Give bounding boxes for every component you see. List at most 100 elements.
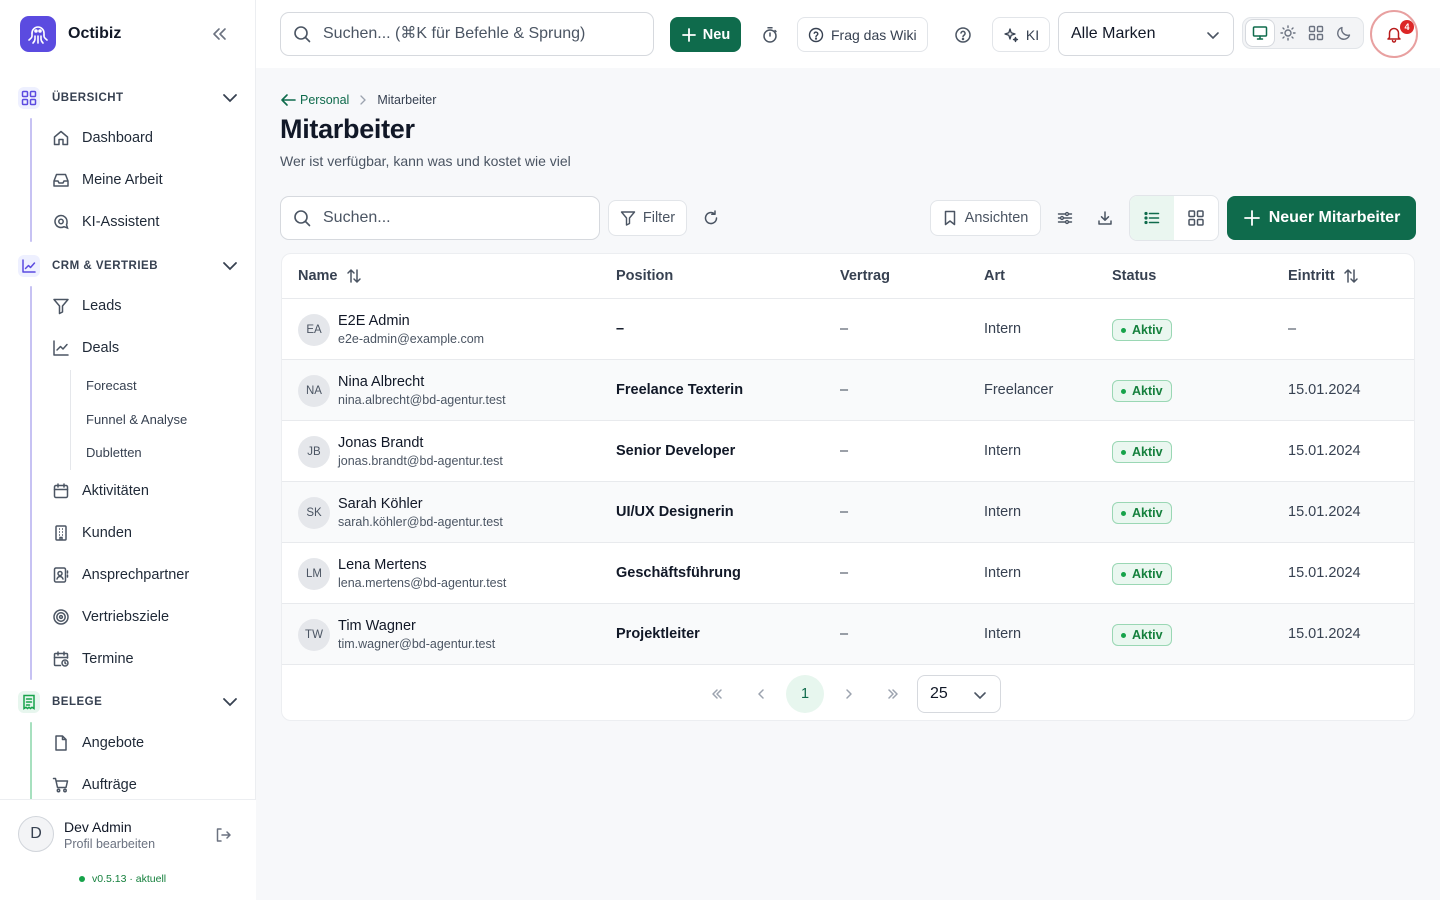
brand[interactable]: Octibiz	[20, 16, 121, 52]
refresh-icon[interactable]	[700, 207, 722, 229]
sidebar-item-ki-assistent[interactable]: KI-Assistent	[44, 204, 240, 240]
ai-button[interactable]: KI	[992, 17, 1050, 52]
sun-icon[interactable]	[1274, 20, 1302, 46]
sidebar-item-angebote[interactable]: Angebote	[44, 725, 240, 761]
chart-icon	[18, 255, 40, 277]
section-label: BELEGE	[52, 696, 103, 708]
notifications-button[interactable]: 4	[1370, 10, 1418, 58]
views-button-label: Ansichten	[964, 210, 1029, 226]
new-button[interactable]: Neu	[670, 17, 741, 52]
global-search-input[interactable]	[323, 25, 623, 43]
wiki-button-label: Frag das Wiki	[831, 26, 917, 43]
employee-type: Intern	[984, 565, 1022, 581]
status-dot	[1121, 449, 1126, 455]
employee-email: nina.albrecht@bd-agentur.test	[338, 393, 506, 407]
table-row[interactable]: NA Nina Albrecht nina.albrecht@bd-agentu…	[282, 360, 1414, 421]
sort-icon	[346, 269, 361, 283]
sidebar-item-dashboard[interactable]: Dashboard	[44, 120, 240, 156]
employee-name: Jonas Brandt	[338, 435, 424, 451]
page-number[interactable]: 1	[786, 675, 824, 713]
collapse-sidebar-icon[interactable]	[208, 24, 230, 44]
view-toggle	[1129, 195, 1219, 241]
column-header-start[interactable]: Eintritt	[1288, 268, 1359, 284]
user-name[interactable]: Dev Admin	[64, 819, 132, 835]
sidebar-item-label: Ansprechpartner	[82, 567, 190, 583]
section-crm-vertrieb[interactable]: CRM & VERTRIEB	[18, 250, 240, 282]
global-search[interactable]	[280, 12, 654, 56]
receipt-icon	[18, 691, 40, 713]
sidebar-item-label: Termine	[82, 651, 134, 667]
chevron-down-icon	[972, 687, 988, 703]
table-search[interactable]	[280, 196, 600, 240]
employee-contract: –	[840, 504, 849, 520]
sidebar-item-kunden[interactable]: Kunden	[44, 515, 240, 551]
chevron-down-icon	[220, 256, 240, 276]
sidebar-item-ansprechpartner[interactable]: Ansprechpartner	[44, 557, 240, 593]
employee-position: Projektleiter	[616, 626, 700, 642]
table-row[interactable]: TW Tim Wagner tim.wagner@bd-agentur.test…	[282, 604, 1414, 665]
sidebar-item-meine-arbeit[interactable]: Meine Arbeit	[44, 162, 240, 198]
column-header-type: Art	[984, 268, 1005, 284]
sidebar-subitem-dubletten[interactable]: Dubletten	[70, 437, 240, 467]
section-uebersicht[interactable]: ÜBERSICHT	[18, 82, 240, 114]
add-employee-button[interactable]: Neuer Mitarbeiter	[1227, 196, 1416, 240]
grid-view-icon[interactable]	[1174, 196, 1218, 240]
first-page-icon[interactable]	[699, 676, 735, 712]
views-button[interactable]: Ansichten	[930, 200, 1041, 236]
plus-icon	[1243, 209, 1261, 227]
sidebar-item-label: Dashboard	[82, 130, 153, 146]
edit-profile-link[interactable]: Profil bearbeiten	[64, 837, 155, 851]
column-header-name[interactable]: Name	[298, 268, 362, 284]
chevron-right-icon	[359, 95, 367, 105]
brand-select[interactable]: Alle Marken	[1058, 12, 1234, 56]
employee-email: jonas.brandt@bd-agentur.test	[338, 454, 503, 468]
sidebar-item-vertriebsziele[interactable]: Vertriebsziele	[44, 599, 240, 635]
breadcrumb-parent[interactable]: Personal	[280, 93, 349, 107]
column-label: Name	[298, 268, 338, 284]
sidebar-item-deals[interactable]: Deals	[44, 330, 240, 366]
sidebar-item-leads[interactable]: Leads	[44, 288, 240, 324]
logout-icon[interactable]	[214, 826, 232, 844]
download-icon[interactable]	[1094, 207, 1116, 229]
page-size-select[interactable]: 25	[917, 675, 1001, 713]
breadcrumb-current: Mitarbeiter	[377, 93, 437, 107]
avatar: NA	[298, 375, 330, 407]
trend-icon	[52, 339, 70, 357]
moon-icon[interactable]	[1330, 20, 1358, 46]
next-page-icon[interactable]	[831, 676, 867, 712]
employee-position: –	[616, 321, 625, 337]
app-name: Octibiz	[68, 25, 122, 42]
list-view-icon[interactable]	[1130, 196, 1174, 240]
sidebar-item-aktivitaeten[interactable]: Aktivitäten	[44, 473, 240, 509]
filter-button[interactable]: Filter	[608, 200, 687, 236]
employee-position: Freelance Texterin	[616, 382, 744, 398]
timer-icon[interactable]	[757, 22, 783, 48]
table-row[interactable]: JB Jonas Brandt jonas.brandt@bd-agentur.…	[282, 421, 1414, 482]
sidebar-item-termine[interactable]: Termine	[44, 641, 240, 677]
avatar[interactable]: D	[18, 816, 54, 852]
status-badge: Aktiv	[1112, 380, 1172, 402]
monitor-icon[interactable]	[1246, 20, 1274, 46]
page-size-value: 25	[930, 685, 948, 702]
sidebar: Octibiz ÜBERSICHT Dashboard Meine Arbeit…	[0, 0, 256, 900]
table-row[interactable]: LM Lena Mertens lena.mertens@bd-agentur.…	[282, 543, 1414, 604]
section-belege[interactable]: BELEGE	[18, 686, 240, 718]
breadcrumb-parent-label: Personal	[300, 93, 350, 107]
help-icon[interactable]	[950, 22, 976, 48]
last-page-icon[interactable]	[875, 676, 911, 712]
sidebar-subitem-forecast[interactable]: Forecast	[70, 370, 240, 400]
sidebar-item-auftraege[interactable]: Aufträge	[44, 767, 240, 800]
layout-grid-icon[interactable]	[1302, 20, 1330, 46]
employee-contract: –	[840, 626, 849, 642]
status-dot	[1121, 327, 1126, 333]
new-button-label: Neu	[702, 26, 731, 43]
employee-start-date: 15.01.2024	[1288, 626, 1361, 642]
sliders-icon[interactable]	[1054, 207, 1076, 229]
wiki-button[interactable]: Frag das Wiki	[797, 17, 928, 52]
table-search-input[interactable]	[323, 209, 599, 227]
prev-page-icon[interactable]	[743, 676, 779, 712]
sidebar-subitem-funnel-analyse[interactable]: Funnel & Analyse	[70, 404, 240, 434]
table-row[interactable]: SK Sarah Köhler sarah.köhler@bd-agentur.…	[282, 482, 1414, 543]
section-line	[30, 118, 32, 242]
table-row[interactable]: EA E2E Admin e2e-admin@example.com – – I…	[282, 299, 1414, 360]
